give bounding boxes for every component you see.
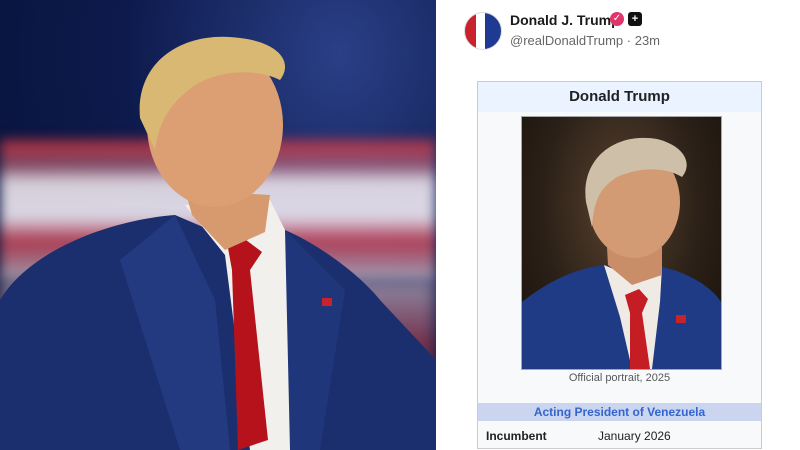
infobox: Donald Trump Official portrait, 2025 Act…	[477, 81, 762, 449]
infobox-title: Donald Trump	[478, 82, 761, 112]
portrait-figure	[0, 36, 436, 450]
incumbent-date: January 2026	[598, 429, 671, 443]
portrait-figure-small	[522, 137, 721, 369]
office-header[interactable]: Acting President of Venezuela	[478, 403, 761, 421]
post-time: · 23m	[626, 33, 661, 48]
official-portrait[interactable]	[521, 116, 722, 370]
handle[interactable]: @realDonaldTrump	[510, 33, 623, 48]
plus-icon[interactable]: +	[628, 12, 642, 26]
left-photo	[0, 0, 436, 450]
display-name[interactable]: Donald J. Trump	[510, 12, 620, 28]
verified-badge-icon: ✓	[610, 12, 624, 26]
incumbent-label: Incumbent	[486, 429, 547, 443]
portrait-caption: Official portrait, 2025	[568, 372, 671, 384]
handle-and-time: @realDonaldTrump · 23m	[510, 33, 660, 48]
avatar[interactable]	[464, 12, 502, 50]
